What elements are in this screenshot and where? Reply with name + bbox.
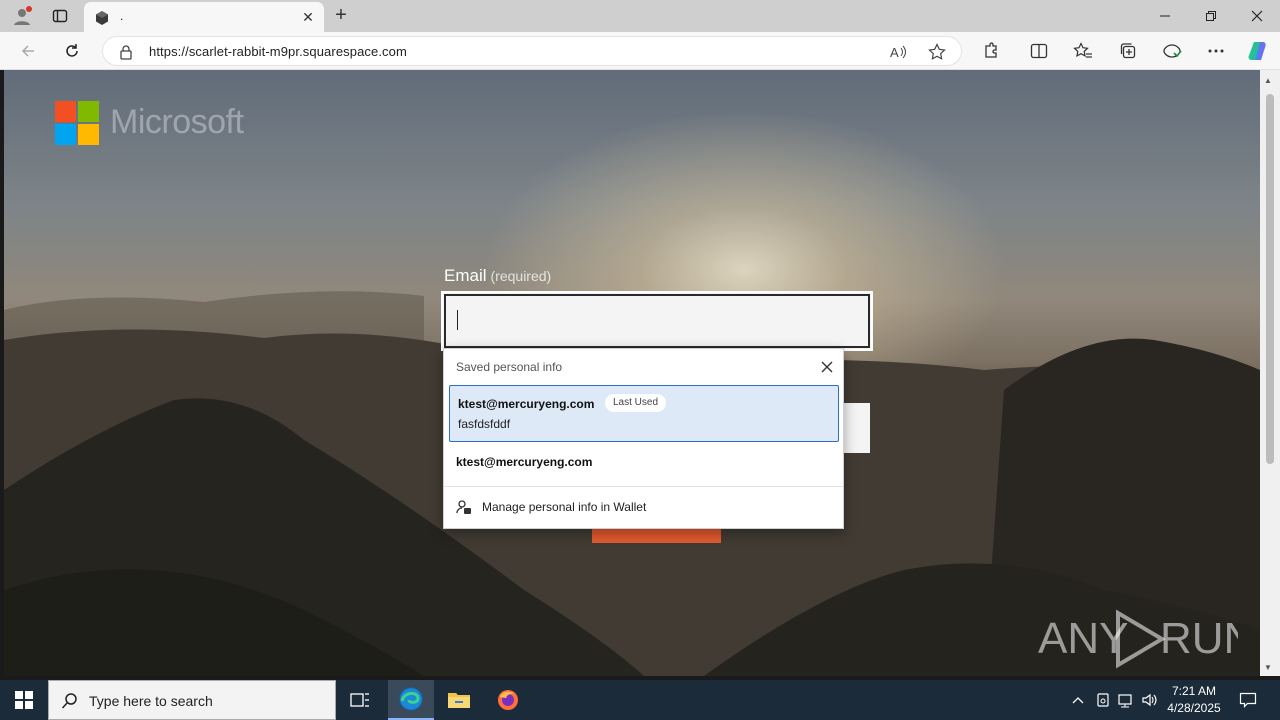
address-bar[interactable]: https://scarlet-rabbit-m9pr.squarespace.… [102,36,962,66]
last-used-badge: Last Used [605,394,667,412]
edge-taskbar-icon[interactable] [388,680,434,720]
tray-chevron-icon[interactable] [1068,680,1088,720]
file-explorer-icon[interactable] [436,680,482,720]
suggestion-email: ktest@mercuryeng.com [458,397,595,411]
notifications-icon[interactable] [1236,680,1260,720]
autofill-header: Saved personal info [456,360,563,374]
suggestion-detail: fasfdsfddf [458,417,511,431]
windows-taskbar: Type here to search 7:21 AM 4/28/2025 [0,680,1280,720]
search-placeholder: Type here to search [89,693,213,709]
autofill-suggestion[interactable]: ktest@mercuryeng.com Last Used fasfdsfdd… [449,385,839,442]
split-screen-icon[interactable] [1025,37,1053,65]
browser-toolbar: https://scarlet-rabbit-m9pr.squarespace.… [0,32,1280,70]
volume-icon[interactable] [1140,680,1160,720]
search-icon [61,692,79,710]
svg-text:ANY: ANY [1038,614,1128,663]
firefox-icon[interactable] [485,680,531,720]
clock-time: 7:21 AM [1171,684,1217,698]
suggestion-email: ktest@mercuryeng.com [456,455,593,469]
windows-start-button[interactable] [0,680,48,720]
logo-text: Microsoft [110,103,244,141]
required-hint: (required) [490,268,552,284]
address-url[interactable]: https://scarlet-rabbit-m9pr.squarespace.… [149,44,407,59]
logo-red-square [55,101,76,122]
microsoft-logo-icon [55,101,99,145]
manage-wallet-label: Manage personal info in Wallet [482,500,647,514]
tab-title: . [120,9,124,23]
new-tab-button[interactable]: + [330,4,352,28]
autofill-suggestion[interactable]: ktest@mercuryeng.com [449,447,839,477]
back-button[interactable] [14,37,42,65]
logo-yellow-square [78,124,99,145]
lock-icon[interactable] [119,44,133,60]
profile-icon[interactable] [8,4,36,28]
favorites-icon[interactable] [1069,37,1097,65]
close-icon[interactable] [817,357,837,377]
tab-actions-icon[interactable] [46,4,74,28]
restore-button[interactable] [1188,0,1234,32]
refresh-button[interactable] [58,37,86,65]
more-menu-icon[interactable] [1202,37,1230,65]
logo-green-square [78,101,99,122]
page-scrollbar[interactable]: ▲ ▼ [1260,70,1280,676]
minimize-button[interactable] [1142,0,1188,32]
scroll-up-arrow-icon[interactable]: ▲ [1264,76,1272,85]
copilot-icon[interactable] [1244,37,1272,65]
email-label: Email (required) [444,266,551,286]
scroll-down-arrow-icon[interactable]: ▼ [1264,663,1272,672]
text-caret [457,310,458,330]
logo-blue-square [55,124,76,145]
browser-titlebar: . ✕ + [0,0,1280,32]
email-label-text: Email [444,266,487,285]
taskbar-search-box[interactable]: Type here to search [48,680,336,720]
anyrun-watermark: ANY RUN [1038,609,1238,669]
browser-tab[interactable]: . ✕ [84,2,324,32]
read-aloud-icon[interactable]: A [887,40,911,64]
collections-icon[interactable] [1114,37,1142,65]
network-icon[interactable] [1116,680,1136,720]
favorite-star-icon[interactable] [925,40,949,64]
divider [444,486,843,487]
form-field-partial[interactable] [842,403,870,453]
scrollbar-thumb[interactable] [1266,94,1274,464]
device-tray-icon[interactable] [1094,680,1112,720]
email-input[interactable] [441,291,873,351]
close-window-button[interactable] [1234,0,1280,32]
microsoft-logo: Microsoft [55,101,265,147]
svg-text:A: A [890,45,899,60]
task-view-icon[interactable] [337,680,383,720]
performance-icon[interactable] [1158,37,1186,65]
clock-date: 4/28/2025 [1167,701,1221,715]
manage-wallet-item[interactable]: Manage personal info in Wallet [444,489,843,527]
cube-icon [94,10,110,26]
svg-text:RUN: RUN [1160,614,1238,663]
autofill-popup: Saved personal info ktest@mercuryeng.com… [443,348,844,529]
wallet-person-icon [456,499,472,515]
close-tab-icon[interactable]: ✕ [300,9,316,25]
system-clock[interactable]: 7:21 AM 4/28/2025 [1160,683,1228,717]
extensions-icon[interactable] [977,37,1005,65]
